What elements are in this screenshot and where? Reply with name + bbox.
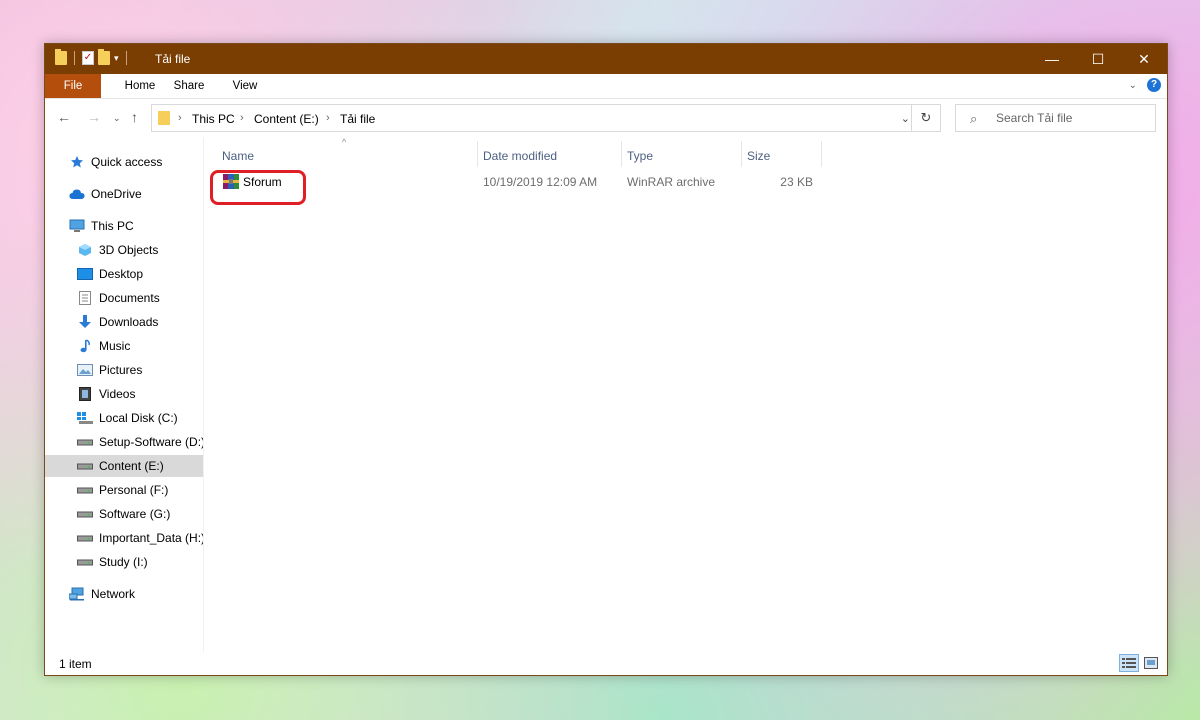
large-icons-view-button[interactable] [1141,654,1161,672]
star-icon [69,154,85,170]
large-icons-view-icon [1144,657,1158,669]
column-header-size[interactable]: Size [747,145,817,169]
search-input[interactable] [994,110,1148,126]
nav-desktop[interactable]: Desktop [45,263,203,285]
folder-icon [158,111,170,125]
quick-access-toolbar: ✓ ▾ [55,49,130,65]
drive-icon [77,482,93,498]
document-icon [77,290,93,306]
item-count: 1 item [59,657,92,671]
navigation-pane: Quick access OneDrive This PC 3D Objects… [45,137,203,652]
column-divider[interactable] [821,141,822,167]
maximize-button[interactable]: ☐ [1075,44,1121,74]
details-view-icon [1122,658,1136,668]
details-view-button[interactable] [1119,654,1139,672]
column-header-type[interactable]: Type [627,145,737,169]
divider [74,51,75,65]
breadcrumb-tai-file[interactable]: Tải file [340,112,375,126]
file-date-modified: 10/19/2019 12:09 AM [483,175,598,189]
cube-icon [77,242,93,258]
customize-toolbar-chevron-icon[interactable]: ▾ [114,53,119,64]
nav-3d-objects[interactable]: 3D Objects [45,239,203,261]
network-icon [69,586,85,602]
column-divider[interactable] [741,141,742,167]
tab-share[interactable]: Share [169,74,209,98]
expand-ribbon-chevron-icon[interactable]: ⌄ [1129,80,1137,91]
address-row: ← → ⌄ ↑ › This PC › Content (E:) › Tải f… [45,99,1167,137]
recent-locations-chevron-icon[interactable]: ⌄ [113,113,121,124]
nav-study-i[interactable]: Study (I:) [45,551,203,573]
breadcrumb-this-pc[interactable]: This PC [192,112,235,126]
forward-arrow-icon[interactable]: → [87,109,101,125]
nav-setup-software-d[interactable]: Setup-Software (D:) [45,431,203,453]
desktop-icon [77,266,93,282]
nav-onedrive[interactable]: OneDrive [45,183,203,205]
minimize-button[interactable]: — [1029,44,1075,74]
search-icon: ⌕ [970,111,978,126]
nav-videos[interactable]: Videos [45,383,203,405]
nav-music[interactable]: Music [45,335,203,357]
nav-quick-access[interactable]: Quick access [45,151,203,173]
folder-icon [55,49,67,65]
column-header-name[interactable]: Name [222,145,472,169]
ribbon-tabs: File Home Share View ⌄ ? [45,74,1167,99]
file-row[interactable]: Sforum 10/19/2019 12:09 AM WinRAR archiv… [205,170,845,205]
highlight-outline [210,170,306,205]
file-explorer-window: ✓ ▾ Tải file — ☐ ✕ File Home Share View … [44,43,1168,676]
breadcrumb-content-e[interactable]: Content (E:) [254,112,319,126]
video-icon [77,386,93,402]
new-folder-icon[interactable] [98,49,110,65]
window-title: Tải file [155,52,191,66]
file-list: ^ Name Date modified Type Size Sforum 10… [205,137,1167,652]
column-divider[interactable] [477,141,478,167]
nav-network[interactable]: Network [45,583,203,605]
nav-important-data-h[interactable]: Important_Data (H:) [45,527,203,549]
nav-this-pc[interactable]: This PC [45,215,203,237]
file-size: 23 KB [780,175,813,189]
picture-icon [77,362,93,378]
download-arrow-icon [77,314,93,330]
column-divider[interactable] [621,141,622,167]
nav-pictures[interactable]: Pictures [45,359,203,381]
title-bar[interactable]: ✓ ▾ Tải file — ☐ ✕ [45,44,1167,74]
nav-downloads[interactable]: Downloads [45,311,203,333]
address-history-chevron-icon[interactable]: ⌄ [901,112,910,125]
close-button[interactable]: ✕ [1121,44,1167,74]
drive-icon [77,506,93,522]
properties-icon[interactable]: ✓ [82,51,94,65]
divider [125,51,127,65]
computer-icon [69,218,85,234]
tab-home[interactable]: Home [115,74,165,98]
help-icon[interactable]: ? [1147,78,1161,92]
file-type: WinRAR archive [627,175,716,189]
drive-icon [77,458,93,474]
drive-icon [77,554,93,570]
breadcrumb-chevron-icon[interactable]: › [240,112,244,124]
music-note-icon [77,338,93,354]
breadcrumb-chevron-icon[interactable]: › [178,112,182,124]
pane-divider[interactable] [203,137,204,652]
tab-view[interactable]: View [225,74,265,98]
cloud-icon [69,186,85,202]
nav-personal-f[interactable]: Personal (F:) [45,479,203,501]
refresh-icon[interactable]: ↻ [911,105,940,131]
nav-software-g[interactable]: Software (G:) [45,503,203,525]
address-bar[interactable]: › This PC › Content (E:) › Tải file ⌄ ↻ [151,104,941,132]
up-arrow-icon[interactable]: ↑ [131,109,138,125]
drive-icon [77,434,93,450]
nav-content-e[interactable]: Content (E:) [45,455,203,477]
tab-file[interactable]: File [45,74,101,98]
nav-documents[interactable]: Documents [45,287,203,309]
nav-local-disk-c[interactable]: Local Disk (C:) [45,407,203,429]
back-arrow-icon[interactable]: ← [57,109,71,125]
column-header-date-modified[interactable]: Date modified [483,145,618,169]
status-bar: 1 item [45,651,1167,675]
drive-icon [77,530,93,546]
search-box[interactable]: ⌕ [955,104,1156,132]
breadcrumb-chevron-icon[interactable]: › [326,112,330,124]
windows-drive-icon [77,410,93,426]
